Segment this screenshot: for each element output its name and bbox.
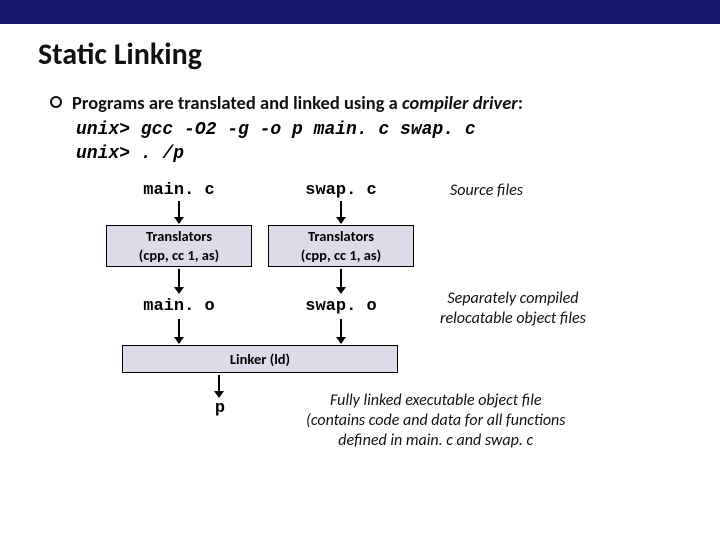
bullet-text: Programs are translated and linked using… (72, 91, 523, 114)
translators-box-left: Translators (cpp, cc 1, as) (106, 225, 252, 267)
arrow-icon (178, 201, 180, 223)
bullet-prefix: Programs are translated and linked using… (72, 91, 402, 114)
translators-box-right: Translators (cpp, cc 1, as) (268, 225, 414, 267)
content-area: Programs are translated and linked using… (50, 91, 720, 491)
arrow-icon (340, 201, 342, 223)
arrow-icon (218, 375, 220, 397)
arrow-icon (340, 319, 342, 343)
source-main: main. c (134, 181, 224, 200)
bullet-suffix: : (518, 91, 523, 114)
output-label: p (208, 399, 232, 418)
obj-swap: swap. o (296, 297, 386, 316)
flow-diagram: main. c swap. c Translators (cpp, cc 1, … (50, 181, 690, 491)
annotation-obj: Separately compiled relocatable object f… (440, 289, 586, 329)
source-swap: swap. c (296, 181, 386, 200)
obj-main: main. o (134, 297, 224, 316)
bullet-icon (50, 96, 62, 108)
arrow-icon (178, 319, 180, 343)
cmd-line-1: unix> gcc -O2 -g -o p main. c swap. c (76, 118, 720, 142)
bullet-emph: compiler driver (402, 91, 518, 114)
annotation-exe: Fully linked executable object file (con… (306, 391, 565, 451)
arrow-icon (178, 269, 180, 293)
annotation-source: Source files (450, 181, 523, 201)
cmd-line-2: unix> . /p (76, 142, 720, 166)
bullet-item: Programs are translated and linked using… (50, 91, 720, 114)
linker-box: Linker (ld) (122, 345, 398, 373)
arrow-icon (340, 269, 342, 293)
command-block: unix> gcc -O2 -g -o p main. c swap. c un… (76, 118, 720, 167)
slide-title: Static Linking (38, 36, 720, 73)
top-bar (0, 0, 720, 24)
